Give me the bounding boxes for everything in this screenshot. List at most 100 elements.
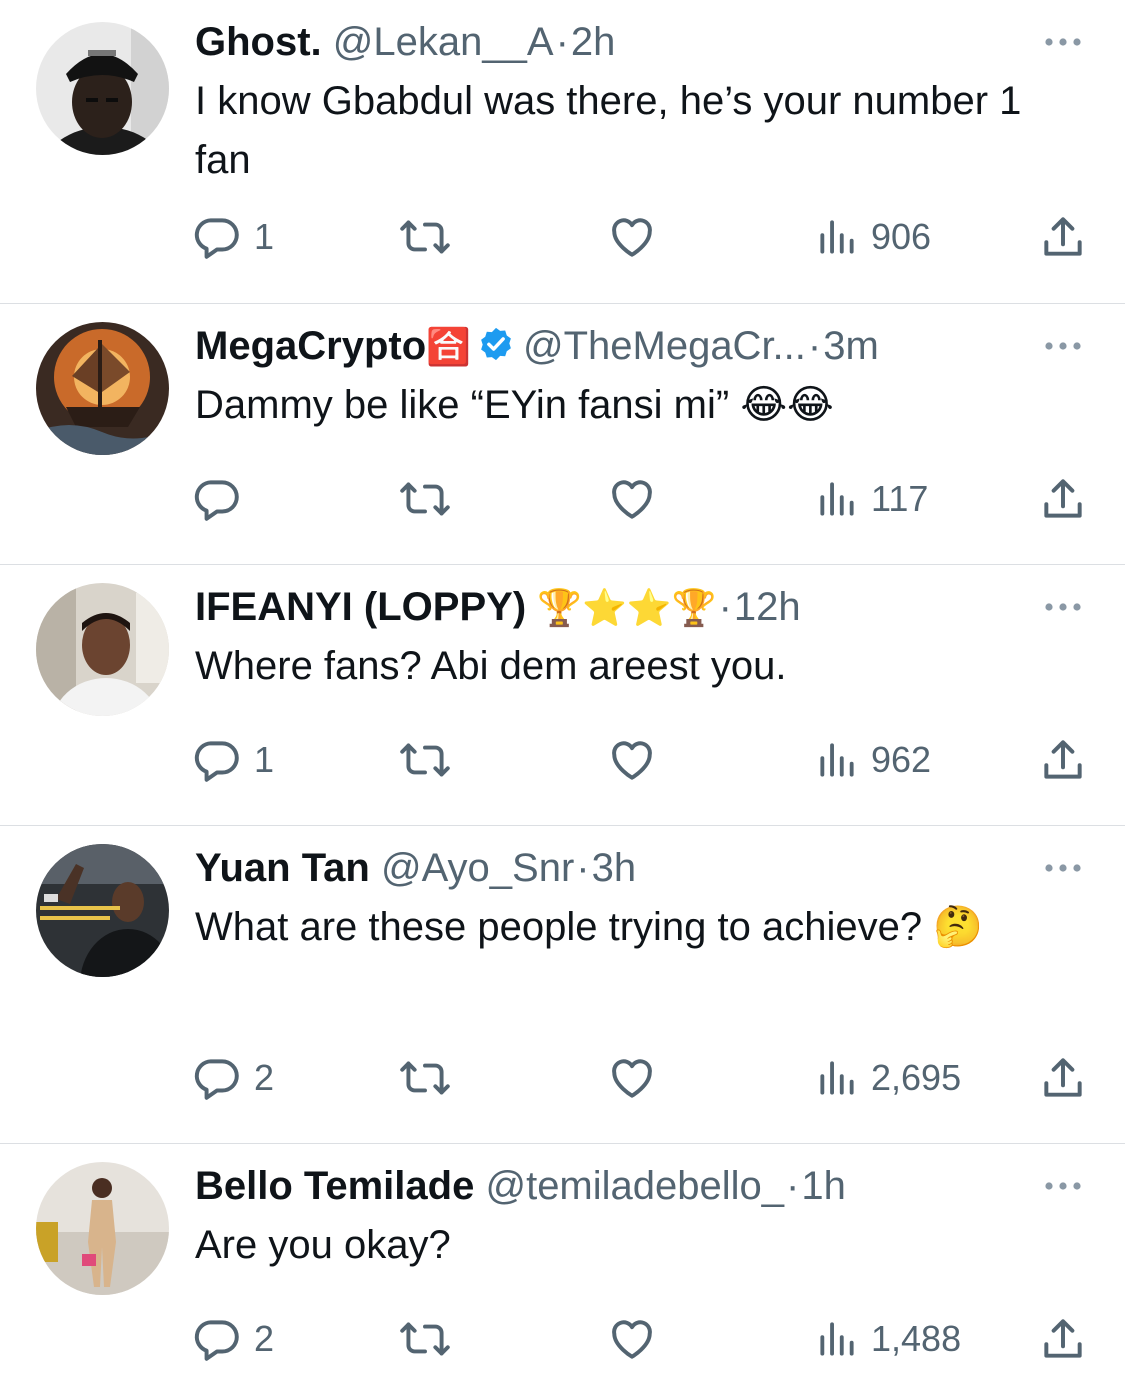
heart-icon bbox=[612, 1320, 652, 1359]
timestamp[interactable]: 1h bbox=[801, 1164, 846, 1208]
tweet-header: Ghost. @Lekan__A·2h bbox=[195, 14, 1005, 70]
tweet-header: MegaCrypto🈴 @TheMegaCr...·3m bbox=[195, 318, 1005, 374]
timestamp[interactable]: 2h bbox=[571, 20, 616, 64]
avatar[interactable] bbox=[36, 1162, 169, 1295]
view-count: 962 bbox=[871, 739, 932, 780]
reply-button[interactable] bbox=[192, 469, 254, 529]
views-button[interactable]: 962 bbox=[815, 730, 931, 790]
user-handle[interactable]: @temiladebello_ bbox=[485, 1164, 784, 1208]
view-count: 906 bbox=[871, 216, 932, 257]
retweet-icon bbox=[400, 482, 450, 516]
action-bar: 1 962 bbox=[0, 730, 1125, 790]
tweet-2[interactable]: MegaCrypto🈴 @TheMegaCr...·3m Dammy be lik… bbox=[0, 304, 1125, 565]
reply-button[interactable]: 2 bbox=[192, 1309, 274, 1369]
more-options-icon[interactable] bbox=[1041, 20, 1085, 64]
reply-icon bbox=[194, 480, 239, 521]
retweet-icon bbox=[400, 743, 450, 777]
display-name[interactable]: Yuan Tan bbox=[195, 846, 370, 890]
avatar[interactable] bbox=[36, 583, 169, 716]
retweet-icon bbox=[400, 1061, 450, 1095]
user-handle[interactable]: @TheMegaCr... bbox=[523, 324, 806, 368]
views-button[interactable]: 906 bbox=[815, 207, 931, 267]
verified-badge-icon bbox=[477, 322, 515, 374]
heart-icon bbox=[612, 480, 652, 519]
tweet-4[interactable]: Yuan Tan @Ayo_Snr·3h What are these peop… bbox=[0, 826, 1125, 1144]
heart-icon bbox=[612, 1059, 652, 1098]
analytics-icon bbox=[820, 743, 854, 777]
user-handle[interactable]: @Ayo_Snr bbox=[381, 846, 574, 890]
tweet-1[interactable]: Ghost. @Lekan__A·2h I know Gbabdul was t… bbox=[0, 0, 1125, 304]
share-icon bbox=[1044, 479, 1082, 518]
tweet-text: Where fans? Abi dem areest you. bbox=[195, 644, 787, 688]
view-count: 117 bbox=[871, 478, 929, 519]
analytics-icon bbox=[820, 482, 854, 516]
reply-count: 1 bbox=[254, 216, 275, 257]
reply-icon bbox=[194, 741, 239, 782]
tweet-header: Bello Temilade @temiladebello_·1h bbox=[195, 1158, 1005, 1214]
more-options-icon[interactable] bbox=[1041, 846, 1085, 890]
avatar[interactable] bbox=[36, 844, 169, 977]
heart-icon bbox=[612, 741, 652, 780]
avatar[interactable] bbox=[36, 22, 169, 155]
avatar[interactable] bbox=[36, 322, 169, 455]
reply-count: 2 bbox=[254, 1318, 275, 1359]
user-handle[interactable]: @Lekan__A bbox=[333, 20, 554, 64]
views-button[interactable]: 1,488 bbox=[815, 1309, 961, 1369]
separator-dot: · bbox=[718, 585, 732, 629]
more-options-icon[interactable] bbox=[1041, 1164, 1085, 1208]
reply-count: 1 bbox=[254, 739, 275, 780]
view-count: 2,695 bbox=[871, 1057, 962, 1098]
more-options-icon[interactable] bbox=[1041, 324, 1085, 368]
reply-icon bbox=[194, 1059, 239, 1100]
timestamp[interactable]: 3m bbox=[823, 324, 879, 368]
display-name[interactable]: IFEANYI (LOPPY) bbox=[195, 585, 526, 629]
reply-button[interactable]: 2 bbox=[192, 1048, 274, 1108]
retweet-button[interactable] bbox=[396, 730, 454, 790]
views-button[interactable]: 2,695 bbox=[815, 1048, 961, 1108]
share-icon bbox=[1044, 217, 1082, 256]
share-button[interactable] bbox=[1038, 730, 1088, 790]
timestamp[interactable]: 3h bbox=[592, 846, 637, 890]
tweet-text: What are these people trying to achieve?… bbox=[195, 905, 984, 949]
separator-dot: · bbox=[555, 20, 569, 64]
tweet-header: IFEANYI (LOPPY) 🏆⭐⭐🏆·12h bbox=[195, 579, 1005, 635]
like-button[interactable] bbox=[606, 1048, 658, 1108]
tweet-5[interactable]: Bello Temilade @temiladebello_·1h Are yo… bbox=[0, 1144, 1125, 1397]
reply-button[interactable]: 1 bbox=[192, 730, 274, 790]
analytics-icon bbox=[820, 220, 854, 254]
tweet-header: Yuan Tan @Ayo_Snr·3h bbox=[195, 840, 1005, 896]
separator-dot: · bbox=[576, 846, 590, 890]
analytics-icon bbox=[820, 1061, 854, 1095]
views-button[interactable]: 117 bbox=[815, 469, 928, 529]
display-name[interactable]: Ghost. bbox=[195, 20, 322, 64]
profile-photo-icon bbox=[36, 583, 169, 716]
share-button[interactable] bbox=[1038, 1048, 1088, 1108]
reply-button[interactable]: 1 bbox=[192, 207, 274, 267]
tweet-text: I know Gbabdul was there, he’s your numb… bbox=[195, 79, 1022, 182]
tweet-text: Are you okay? bbox=[195, 1223, 451, 1267]
share-button[interactable] bbox=[1038, 469, 1088, 529]
retweet-icon bbox=[400, 220, 450, 254]
reply-icon bbox=[194, 1320, 239, 1361]
like-button[interactable] bbox=[606, 207, 658, 267]
share-button[interactable] bbox=[1038, 1309, 1088, 1369]
display-name[interactable]: MegaCrypto bbox=[195, 324, 426, 368]
tweet-3[interactable]: IFEANYI (LOPPY) 🏆⭐⭐🏆·12h Where fans? Abi… bbox=[0, 565, 1125, 826]
retweet-button[interactable] bbox=[396, 1309, 454, 1369]
separator-dot: · bbox=[786, 1164, 800, 1208]
timestamp[interactable]: 12h bbox=[734, 585, 801, 629]
more-options-icon[interactable] bbox=[1041, 585, 1085, 629]
display-name[interactable]: Bello Temilade bbox=[195, 1164, 474, 1208]
like-button[interactable] bbox=[606, 730, 658, 790]
share-icon bbox=[1044, 1058, 1082, 1097]
retweet-button[interactable] bbox=[396, 1048, 454, 1108]
like-button[interactable] bbox=[606, 1309, 658, 1369]
name-emoji: 🏆⭐⭐🏆 bbox=[537, 588, 717, 629]
profile-photo-icon bbox=[36, 322, 169, 455]
share-button[interactable] bbox=[1038, 207, 1088, 267]
like-button[interactable] bbox=[606, 469, 658, 529]
name-emoji: 🈴 bbox=[426, 327, 471, 368]
retweet-button[interactable] bbox=[396, 469, 454, 529]
reply-icon bbox=[194, 218, 239, 259]
retweet-button[interactable] bbox=[396, 207, 454, 267]
